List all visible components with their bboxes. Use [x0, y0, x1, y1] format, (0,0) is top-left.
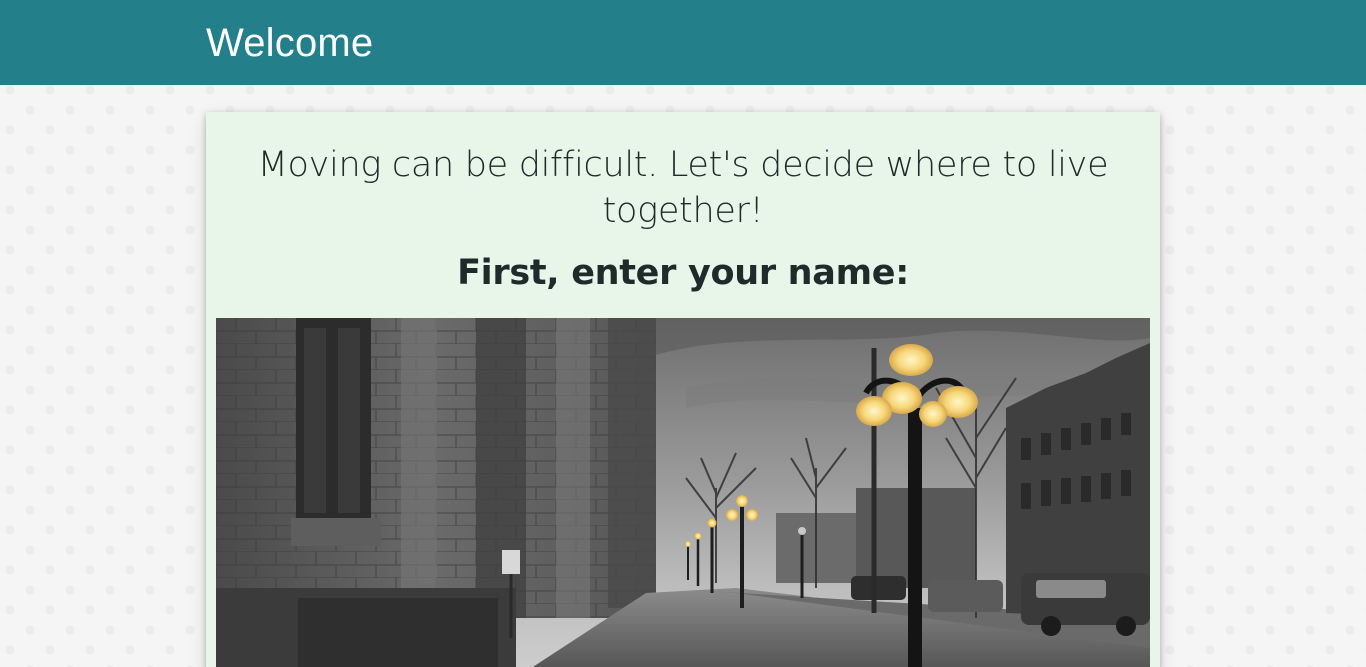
- page-title: Welcome: [206, 21, 374, 65]
- welcome-card: Moving can be difficult. Let's decide wh…: [206, 112, 1160, 667]
- city-street-image: [216, 318, 1150, 667]
- app-header: Welcome: [0, 0, 1366, 85]
- name-prompt: First, enter your name:: [457, 253, 909, 293]
- welcome-headline: Moving can be difficult. Let's decide wh…: [257, 145, 1109, 231]
